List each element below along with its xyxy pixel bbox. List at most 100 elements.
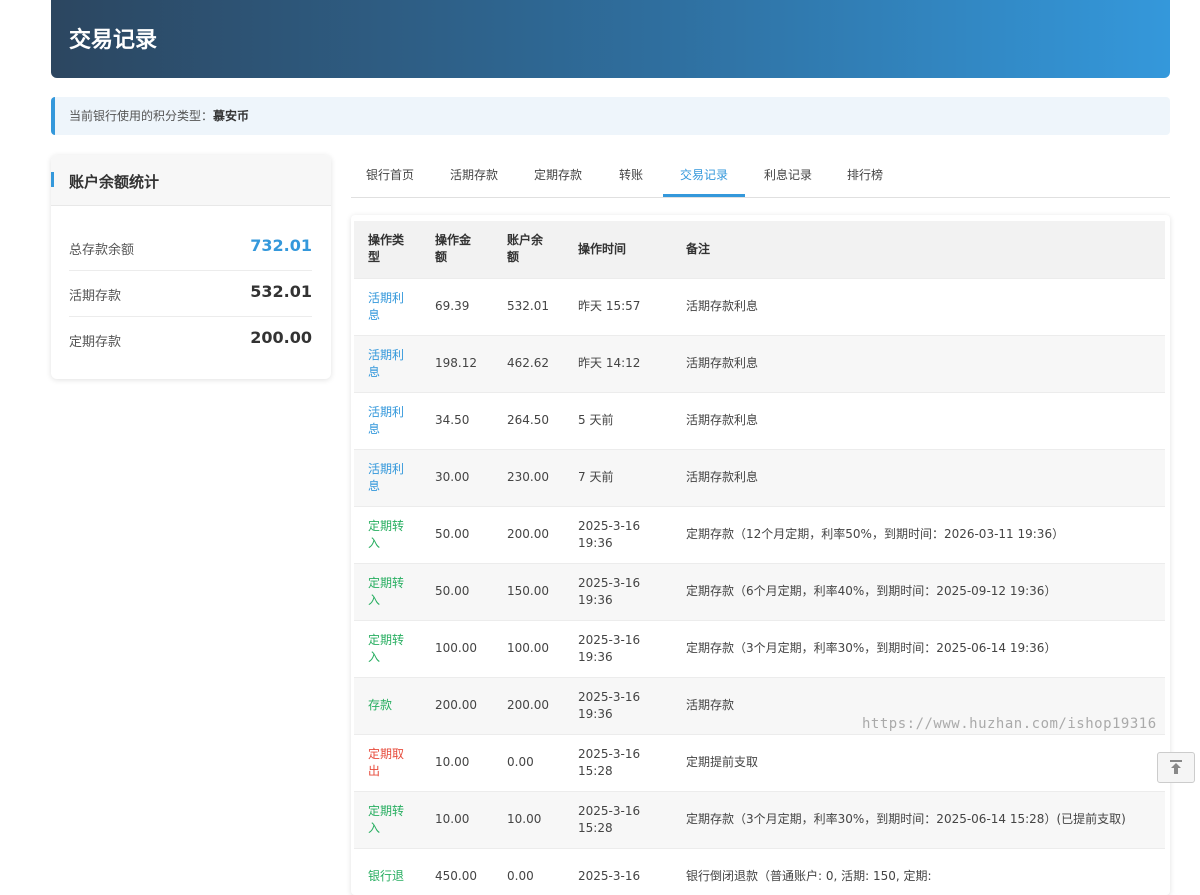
stats-title: 账户余额统计 xyxy=(69,173,160,191)
transactions-panel: 操作类型 操作金额 账户余额 操作时间 备注 活期利息 69.39 532.01… xyxy=(351,215,1170,895)
notice-currency: 慕安币 xyxy=(213,109,250,123)
cell-amount: 30.00 xyxy=(421,448,493,506)
col-header-balance: 账户余额 xyxy=(493,221,564,278)
page-header: 交易记录 xyxy=(51,0,1170,78)
cell-amount: 69.39 xyxy=(421,277,493,335)
col-header-time: 操作时间 xyxy=(564,221,672,278)
col-header-note: 备注 xyxy=(672,221,1165,278)
table-row: 活期利息 30.00 230.00 7 天前 活期存款利息 xyxy=(354,448,1165,506)
cell-balance: 462.62 xyxy=(493,334,564,392)
nav-tabs: 银行首页 活期存款 定期存款 转账 交易记录 利息记录 排行榜 xyxy=(351,155,1170,198)
cell-note: 定期存款（3个月定期，利率30%，到期时间：2025-06-14 15:28）(… xyxy=(672,790,1165,848)
cell-time: 7 天前 xyxy=(564,448,672,506)
cell-note: 活期存款利息 xyxy=(672,391,1165,449)
table-header-row: 操作类型 操作金额 账户余额 操作时间 备注 xyxy=(354,221,1165,278)
cell-balance: 10.00 xyxy=(493,790,564,848)
tab-fixed-deposit[interactable]: 定期存款 xyxy=(519,155,597,197)
cell-time: 2025-3-16 19:36 xyxy=(564,619,672,677)
stat-value: 200.00 xyxy=(250,328,312,347)
cell-time: 昨天 15:57 xyxy=(564,277,672,335)
stat-label: 总存款余额 xyxy=(69,243,135,258)
cell-time: 昨天 14:12 xyxy=(564,334,672,392)
stat-fixed: 定期存款 200.00 xyxy=(69,317,312,363)
cell-time: 2025-3-16 15:28 xyxy=(564,733,672,791)
page-title: 交易记录 xyxy=(69,28,158,53)
cell-balance: 0.00 xyxy=(493,847,564,895)
cell-amount: 34.50 xyxy=(421,391,493,449)
table-row: 银行退 450.00 0.00 2025-3-16 银行倒闭退款（普通账户: 0… xyxy=(354,847,1165,895)
table-row: 定期转入 50.00 200.00 2025-3-16 19:36 定期存款（1… xyxy=(354,505,1165,563)
cell-type: 活期利息 xyxy=(354,391,421,449)
cell-note: 活期存款利息 xyxy=(672,277,1165,335)
cell-type: 活期利息 xyxy=(354,448,421,506)
cell-time: 5 天前 xyxy=(564,391,672,449)
back-to-top-button[interactable] xyxy=(1157,752,1195,783)
watermark: https://www.huzhan.com/ishop19316 xyxy=(862,716,1157,732)
cell-note: 活期存款利息 xyxy=(672,448,1165,506)
stats-header: 账户余额统计 xyxy=(51,155,331,206)
cell-time: 2025-3-16 19:36 xyxy=(564,676,672,734)
cell-type: 定期取出 xyxy=(354,733,421,791)
cell-note: 银行倒闭退款（普通账户: 0, 活期: 150, 定期: xyxy=(672,847,1165,895)
cell-note: 定期存款（3个月定期，利率30%，到期时间：2025-06-14 19:36） xyxy=(672,619,1165,677)
cell-note: 定期存款（6个月定期，利率40%，到期时间：2025-09-12 19:36） xyxy=(672,562,1165,620)
cell-balance: 230.00 xyxy=(493,448,564,506)
cell-type: 定期转入 xyxy=(354,562,421,620)
cell-type: 活期利息 xyxy=(354,334,421,392)
tab-current-deposit[interactable]: 活期存款 xyxy=(435,155,513,197)
cell-balance: 532.01 xyxy=(493,277,564,335)
cell-amount: 10.00 xyxy=(421,790,493,848)
cell-type: 银行退 xyxy=(354,847,421,895)
table-row: 定期转入 100.00 100.00 2025-3-16 19:36 定期存款（… xyxy=(354,619,1165,677)
cell-note: 活期存款利息 xyxy=(672,334,1165,392)
stat-value: 732.01 xyxy=(250,236,312,255)
table-row: 定期转入 50.00 150.00 2025-3-16 19:36 定期存款（6… xyxy=(354,562,1165,620)
tab-bank-home[interactable]: 银行首页 xyxy=(351,155,429,197)
cell-amount: 198.12 xyxy=(421,334,493,392)
tab-transactions[interactable]: 交易记录 xyxy=(663,155,745,197)
stat-value: 532.01 xyxy=(250,282,312,301)
transactions-table: 操作类型 操作金额 账户余额 操作时间 备注 活期利息 69.39 532.01… xyxy=(354,221,1165,895)
cell-time: 2025-3-16 19:36 xyxy=(564,562,672,620)
stat-label: 活期存款 xyxy=(69,289,122,304)
col-header-type: 操作类型 xyxy=(354,221,421,278)
cell-type: 定期转入 xyxy=(354,505,421,563)
table-row: 活期利息 34.50 264.50 5 天前 活期存款利息 xyxy=(354,391,1165,449)
stat-current: 活期存款 532.01 xyxy=(69,271,312,317)
cell-note: 定期提前支取 xyxy=(672,733,1165,791)
stat-label: 定期存款 xyxy=(69,335,122,350)
cell-type: 定期转入 xyxy=(354,790,421,848)
cell-time: 2025-3-16 19:36 xyxy=(564,505,672,563)
table-row: 活期利息 198.12 462.62 昨天 14:12 活期存款利息 xyxy=(354,334,1165,392)
cell-balance: 150.00 xyxy=(493,562,564,620)
arrow-up-icon xyxy=(1170,760,1182,774)
tab-ranking[interactable]: 排行榜 xyxy=(833,155,897,197)
tab-interest[interactable]: 利息记录 xyxy=(749,155,827,197)
cell-balance: 200.00 xyxy=(493,676,564,734)
cell-time: 2025-3-16 xyxy=(564,847,672,895)
table-row: 活期利息 69.39 532.01 昨天 15:57 活期存款利息 xyxy=(354,277,1165,335)
cell-balance: 200.00 xyxy=(493,505,564,563)
cell-amount: 200.00 xyxy=(421,676,493,734)
balance-stats-card: 账户余额统计 总存款余额 732.01 活期存款 532.01 定期存款 200… xyxy=(51,155,331,379)
cell-amount: 10.00 xyxy=(421,733,493,791)
cell-amount: 50.00 xyxy=(421,562,493,620)
table-row: 定期取出 10.00 0.00 2025-3-16 15:28 定期提前支取 xyxy=(354,733,1165,791)
cell-amount: 100.00 xyxy=(421,619,493,677)
cell-balance: 100.00 xyxy=(493,619,564,677)
cell-amount: 450.00 xyxy=(421,847,493,895)
cell-time: 2025-3-16 15:28 xyxy=(564,790,672,848)
currency-notice: 当前银行使用的积分类型：慕安币 xyxy=(51,97,1170,135)
cell-type: 存款 xyxy=(354,676,421,734)
notice-prefix: 当前银行使用的积分类型： xyxy=(69,109,214,123)
cell-amount: 50.00 xyxy=(421,505,493,563)
stat-total: 总存款余额 732.01 xyxy=(69,225,312,271)
cell-type: 活期利息 xyxy=(354,277,421,335)
col-header-amount: 操作金额 xyxy=(421,221,493,278)
cell-type: 定期转入 xyxy=(354,619,421,677)
cell-note: 定期存款（12个月定期，利率50%，到期时间：2026-03-11 19:36） xyxy=(672,505,1165,563)
cell-balance: 0.00 xyxy=(493,733,564,791)
cell-balance: 264.50 xyxy=(493,391,564,449)
table-row: 定期转入 10.00 10.00 2025-3-16 15:28 定期存款（3个… xyxy=(354,790,1165,848)
tab-transfer[interactable]: 转账 xyxy=(603,155,659,197)
